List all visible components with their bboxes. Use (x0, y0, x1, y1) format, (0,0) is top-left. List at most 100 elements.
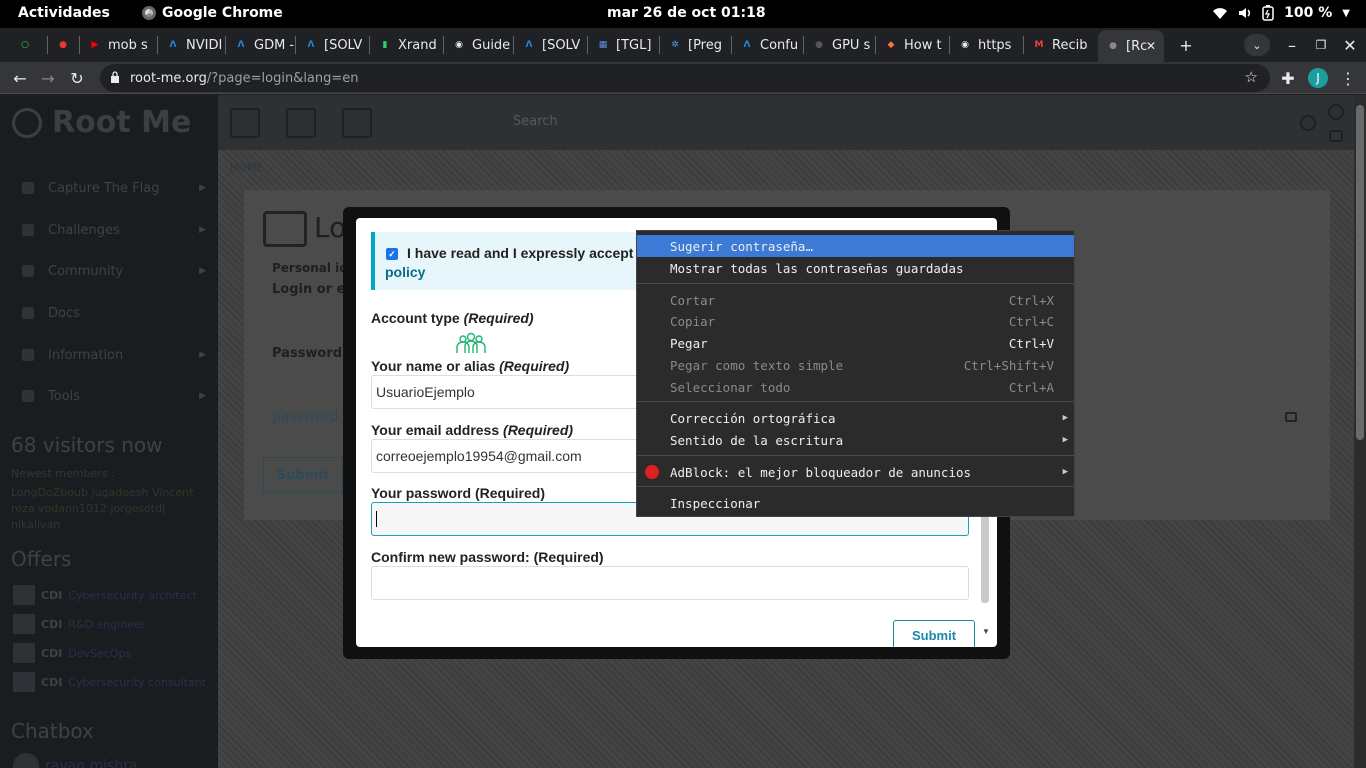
chevron-right-icon: ▶ (199, 266, 206, 276)
scroll-down-icon[interactable]: ▼ (982, 627, 990, 636)
offer-item[interactable]: CDI R&D engineer (13, 614, 145, 634)
close-window-button[interactable]: ✕ (1337, 34, 1363, 56)
maximize-button[interactable]: ❐ (1308, 34, 1334, 56)
browser-tab[interactable]: ◆ How t (876, 32, 948, 58)
challenges-icon[interactable] (230, 108, 260, 138)
bookmark-star-icon[interactable]: ☆ (1245, 68, 1258, 86)
page-scrollbar[interactable] (1354, 95, 1366, 768)
offer-item[interactable]: CDI Cybersecurity consultant (13, 672, 206, 692)
avatar: J (1308, 68, 1328, 88)
browser-tab[interactable]: ◉ https (950, 32, 1022, 58)
account-type-icon[interactable] (455, 331, 487, 355)
ctf-icon[interactable] (286, 108, 316, 138)
pulse-icon[interactable] (398, 108, 428, 138)
docs-icon[interactable] (342, 108, 372, 138)
scrollbar-thumb[interactable] (1356, 105, 1364, 440)
context-menu-item[interactable]: Seleccionar todo Ctrl+A (637, 376, 1074, 398)
close-tab-icon[interactable]: ✕ (1146, 39, 1156, 53)
chat-user[interactable]: ravan mishra (13, 753, 138, 768)
forward-button[interactable]: → (36, 66, 60, 90)
add-circle-icon[interactable] (1328, 104, 1344, 120)
accept-checkbox[interactable]: ✓ (386, 248, 398, 260)
context-menu-item[interactable]: AdBlock: el mejor bloqueador de anuncios… (637, 461, 1074, 483)
browser-tab[interactable]: Λ GDM - (226, 32, 294, 58)
sidebar-item[interactable]: Challenges ▶ (22, 220, 206, 240)
browser-tab[interactable]: Λ [SOLV (296, 32, 368, 58)
address-bar[interactable]: root-me.org/?page=login&lang=en ☆ (100, 64, 1270, 92)
menu-separator (637, 401, 1074, 402)
chevron-right-icon: ▶ (199, 391, 206, 401)
context-menu-item[interactable]: Copiar Ctrl+C (637, 310, 1074, 332)
kebab-menu-icon[interactable]: ⋮ (1336, 66, 1360, 90)
search-input[interactable]: Search (513, 114, 558, 129)
context-menu-item[interactable]: Cortar Ctrl+X (637, 289, 1074, 311)
browser-tab[interactable]: ✲ [Preg (660, 32, 730, 58)
sidebar-item[interactable]: Community ▶ (22, 261, 206, 281)
context-menu-item[interactable]: Inspeccionar (637, 492, 1074, 514)
context-menu-item[interactable]: Sugerir contraseña… (637, 235, 1074, 257)
browser-tab[interactable]: ● GPU s (804, 32, 874, 58)
policy-link[interactable]: policy (385, 264, 425, 280)
background-submit-button[interactable]: Submit (263, 457, 343, 493)
status-area[interactable]: 100 % ▼ (1212, 5, 1350, 21)
context-menu-item[interactable]: Corrección ortográfica ▶ (637, 407, 1074, 429)
sidebar-item[interactable]: Information ▶ (22, 345, 206, 365)
browser-tab[interactable]: Λ NVIDI (158, 32, 224, 58)
nav-icon (22, 390, 34, 402)
menu-item-label: AdBlock: el mejor bloqueador de anuncios (670, 464, 972, 480)
favicon-icon: Λ (743, 40, 751, 50)
profile-button[interactable]: J (1306, 66, 1330, 90)
app-name: Google Chrome (162, 5, 283, 21)
url-host: root-me.org (130, 70, 207, 86)
sidebar-item[interactable]: Tools ▶ (22, 386, 206, 406)
menu-item-label: Inspeccionar (670, 495, 761, 511)
shop-cart-icon[interactable] (454, 108, 484, 138)
sidebar-item[interactable]: Capture The Flag ▶ (22, 178, 206, 198)
tab-active[interactable]: ● [Rc ✕ (1098, 30, 1164, 62)
nav-icon (22, 265, 34, 277)
new-tab-button[interactable]: + (1173, 34, 1199, 56)
app-menu[interactable]: Google Chrome (142, 5, 283, 21)
login-lock-icon[interactable] (1329, 130, 1343, 142)
menu-item-shortcut: Ctrl+V (1008, 335, 1054, 351)
browser-tab[interactable]: ● (48, 32, 78, 58)
tab-search-button[interactable]: ⌄ (1244, 34, 1270, 56)
browser-tab[interactable]: ◉ Guide (444, 32, 512, 58)
account-type-label: Account type (Required) (371, 310, 534, 326)
context-menu-item[interactable]: Mostrar todas las contraseñas guardadas (637, 257, 1074, 279)
browser-tab[interactable]: M Recib (1024, 32, 1096, 58)
browser-tab[interactable]: ▶ mob s (80, 32, 156, 58)
offer-item[interactable]: CDI DevSecOps (13, 643, 131, 663)
back-button[interactable]: ← (8, 66, 32, 90)
menu-item-label: Cortar (670, 292, 716, 308)
globe-icon[interactable] (1300, 115, 1316, 131)
nav-icon (22, 224, 34, 236)
offers-title: Offers (11, 547, 72, 571)
context-menu-item[interactable]: Sentido de la escritura ▶ (637, 429, 1074, 451)
extensions-icon[interactable]: ✚ (1276, 66, 1300, 90)
activities-button[interactable]: Actividades (18, 5, 110, 21)
browser-tab[interactable]: Λ Confu (732, 32, 802, 58)
menu-item-label: Sentido de la escritura (670, 432, 844, 448)
sidebar-item[interactable]: Docs (22, 303, 206, 323)
chrome-icon (142, 6, 156, 20)
context-menu-item[interactable]: Pegar Ctrl+V (637, 332, 1074, 354)
context-menu-item[interactable]: Pegar como texto simple Ctrl+Shift+V (637, 354, 1074, 376)
login-illustration-icon (263, 211, 307, 247)
browser-tab[interactable]: ○ (10, 32, 46, 58)
submit-button[interactable]: Submit (893, 620, 975, 647)
minimize-button[interactable]: – (1279, 34, 1305, 56)
favicon-icon: M (1034, 40, 1044, 50)
clock[interactable]: mar 26 de oct 01:18 (607, 5, 766, 21)
reload-button[interactable]: ↻ (65, 66, 89, 90)
system-top-bar: Actividades Google Chrome mar 26 de oct … (0, 0, 1366, 28)
browser-tab[interactable]: Λ [SOLV (514, 32, 586, 58)
breadcrumb[interactable]: HOME (230, 161, 263, 174)
offer-item[interactable]: CDI Cybersecurity architect (13, 585, 197, 605)
browser-tab[interactable]: ▦ [TGL] (588, 32, 658, 58)
submenu-arrow-icon: ▶ (1062, 413, 1068, 423)
site-logo[interactable]: Root Me (12, 105, 191, 140)
browser-tab[interactable]: ▮ Xrand (370, 32, 442, 58)
newest-members[interactable]: LongDoZboub jugadeesh Vincent reza vodan… (11, 485, 211, 533)
confirm-password-input[interactable] (371, 566, 969, 600)
